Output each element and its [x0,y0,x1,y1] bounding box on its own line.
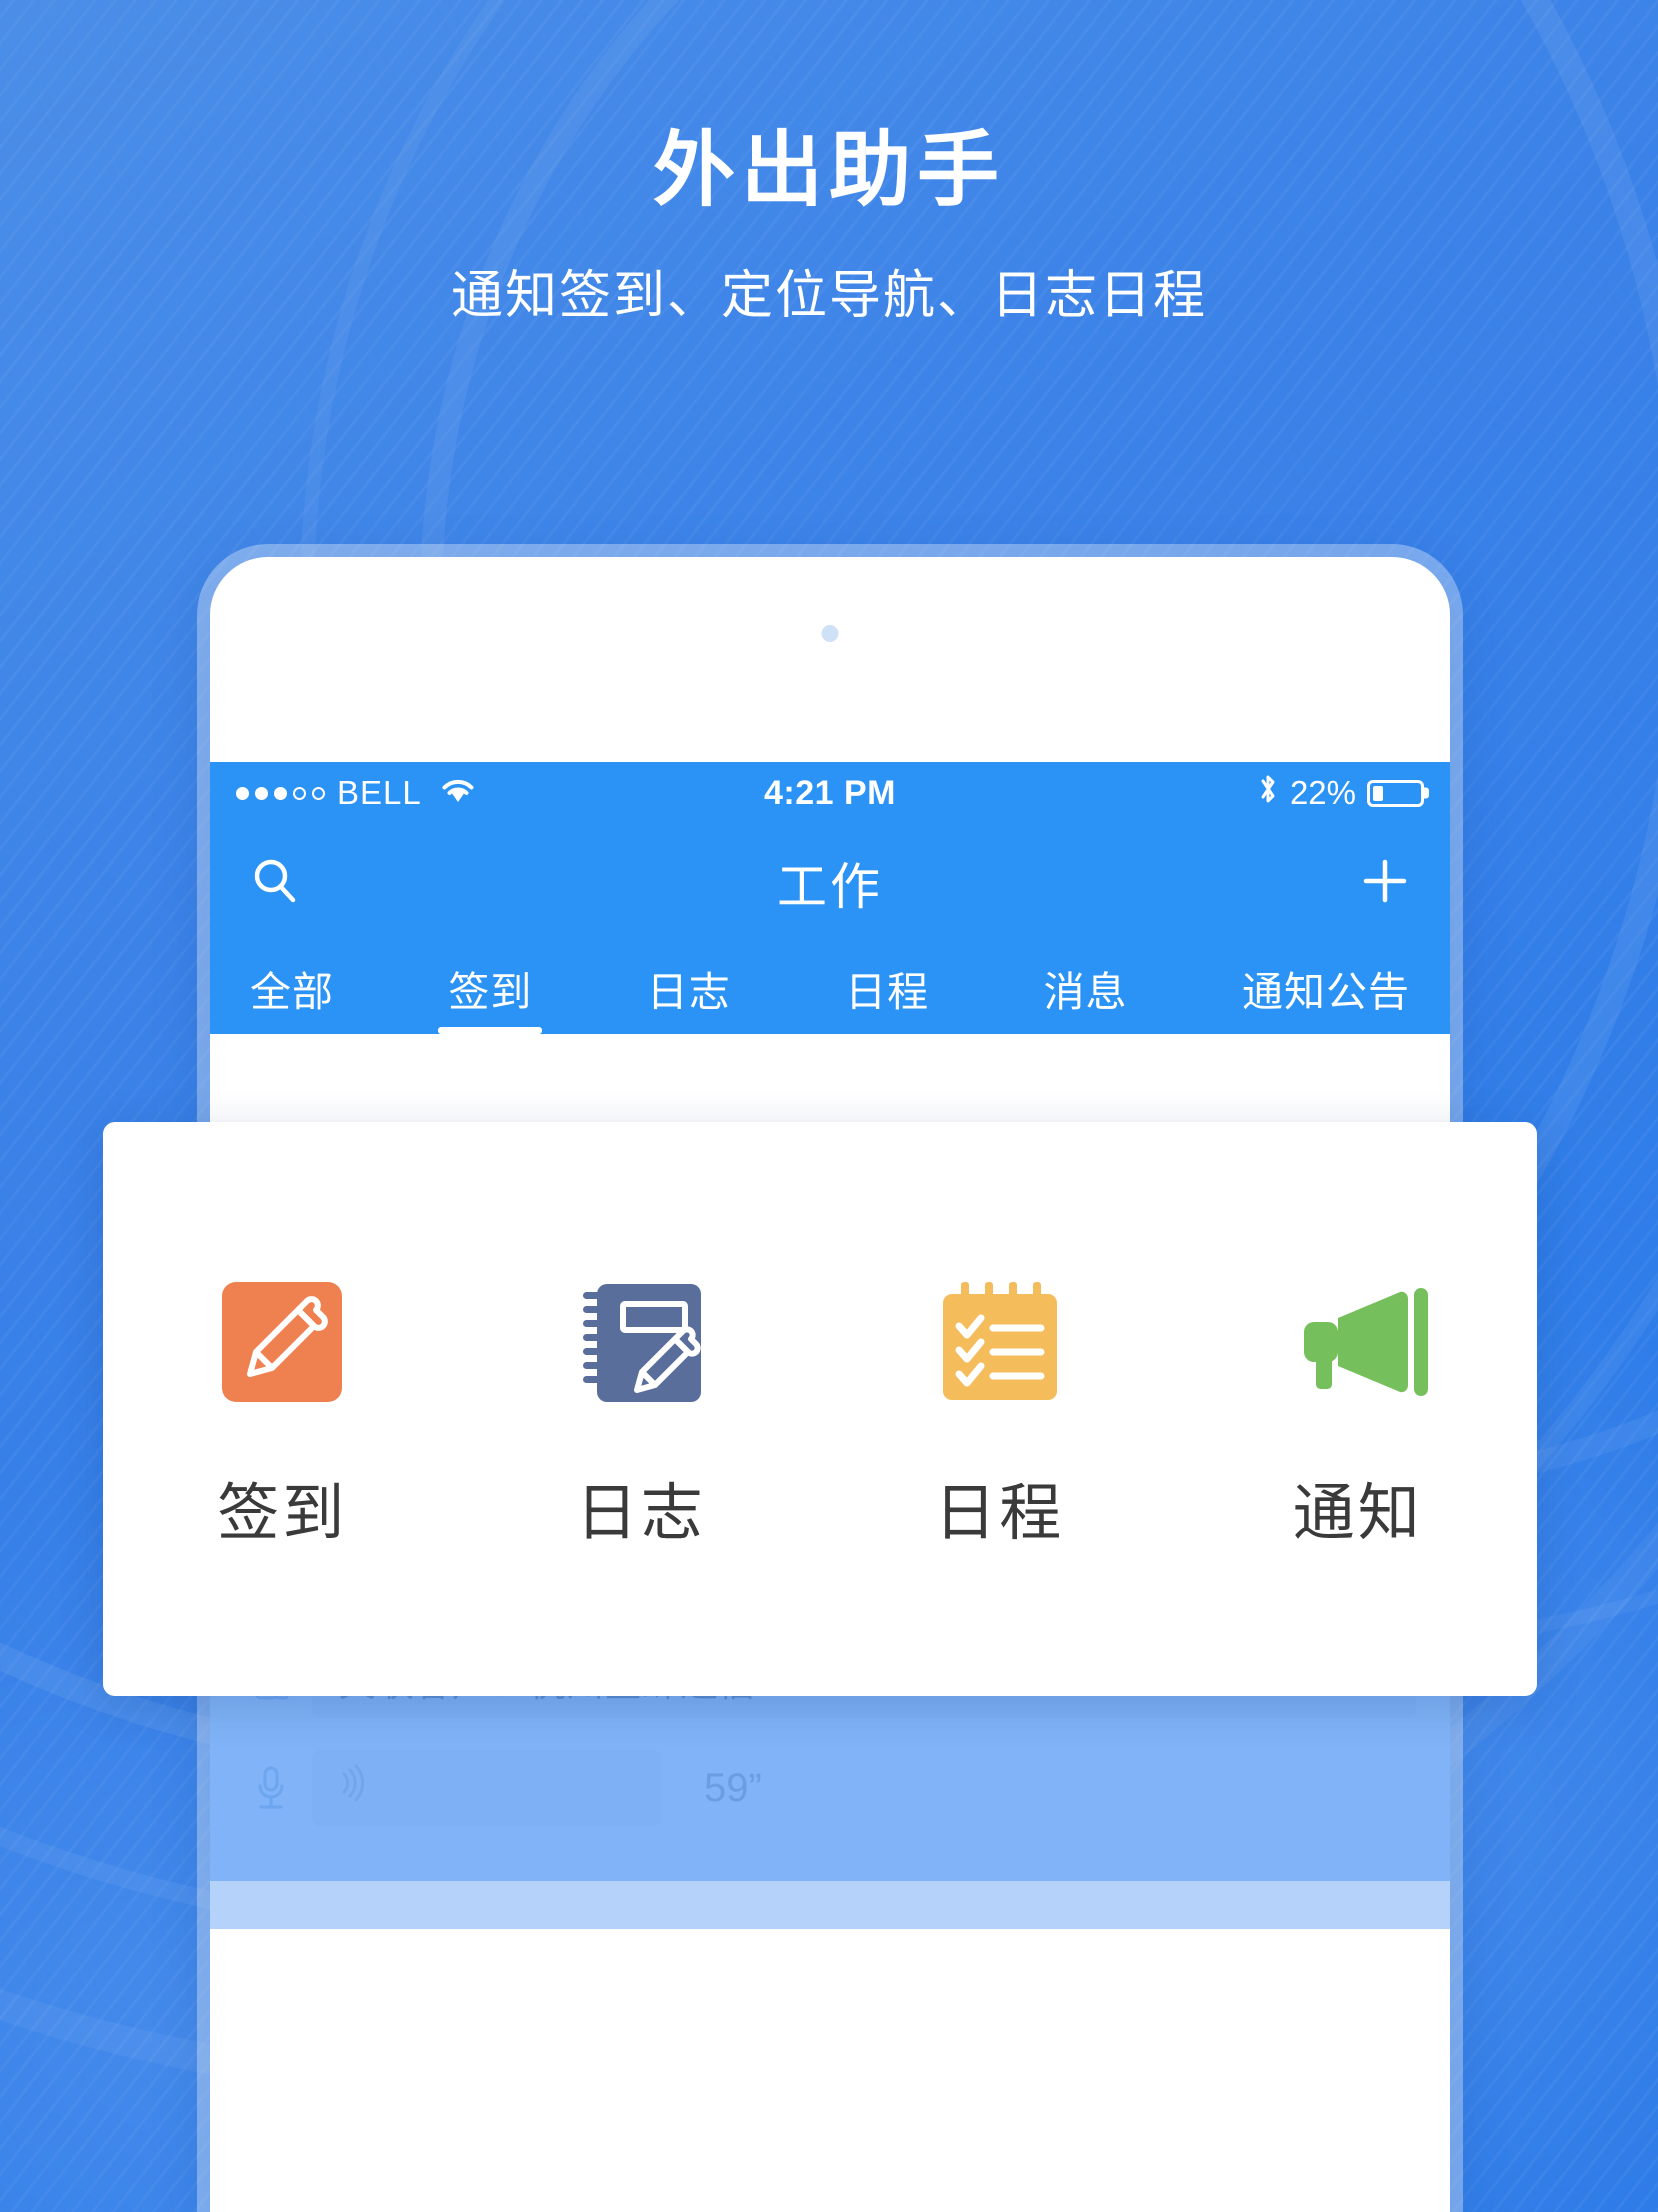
plus-icon[interactable] [1358,854,1412,913]
tab-all[interactable]: 全部 [236,942,348,1034]
feature-label-schedule: 日程 [934,1479,1065,1548]
search-icon[interactable] [248,854,302,913]
feature-label-log: 日志 [575,1479,706,1548]
microphone-icon [244,1762,298,1814]
nav-bar: 工作 [210,824,1450,942]
notebook-pencil-icon [565,1266,717,1418]
page-title: 外出助手 [652,125,1005,216]
sound-wave-icon [336,1762,370,1814]
feature-card: 签到 日志 日程 通知 [103,1122,1537,1696]
nav-title: 工作 [777,859,883,915]
megaphone-icon [1282,1266,1434,1418]
tab-schedule[interactable]: 日程 [831,942,943,1034]
feature-item-log[interactable]: 日志 [486,1266,796,1552]
voice-duration-label: 59” [704,1765,762,1810]
tab-announcement[interactable]: 通知公告 [1228,942,1424,1034]
pencil-square-icon [206,1266,358,1418]
feature-item-schedule[interactable]: 日程 [844,1266,1154,1552]
feature-label-notification: 通知 [1292,1479,1423,1548]
phone-camera-dot [821,625,839,642]
tab-log[interactable]: 日志 [633,942,745,1034]
card-overlay-fade [210,1881,1450,1929]
voice-note-row[interactable]: 59” [210,1728,1450,1848]
feature-label-checkin: 签到 [217,1479,348,1548]
page-subtitle: 通知签到、定位导航、日志日程 [450,267,1207,325]
status-bar-right: 22% [1257,772,1424,814]
bluetooth-icon [1257,772,1279,814]
battery-percent-label: 22% [1289,774,1356,811]
tab-checkin[interactable]: 签到 [434,942,546,1034]
feature-item-notification[interactable]: 通知 [1203,1266,1513,1552]
calendar-checklist-icon [923,1266,1075,1418]
hero-header: 外出助手 通知签到、定位导航、日志日程 [0,0,1658,325]
battery-icon [1367,779,1424,807]
voice-note-bubble[interactable] [312,1750,662,1826]
tab-message[interactable]: 消息 [1030,942,1142,1034]
tab-bar: 全部 签到 日志 日程 消息 通知公告 [210,942,1450,1034]
feature-item-checkin[interactable]: 签到 [127,1266,437,1552]
status-bar: BELL 4:21 PM 22% [210,762,1450,824]
